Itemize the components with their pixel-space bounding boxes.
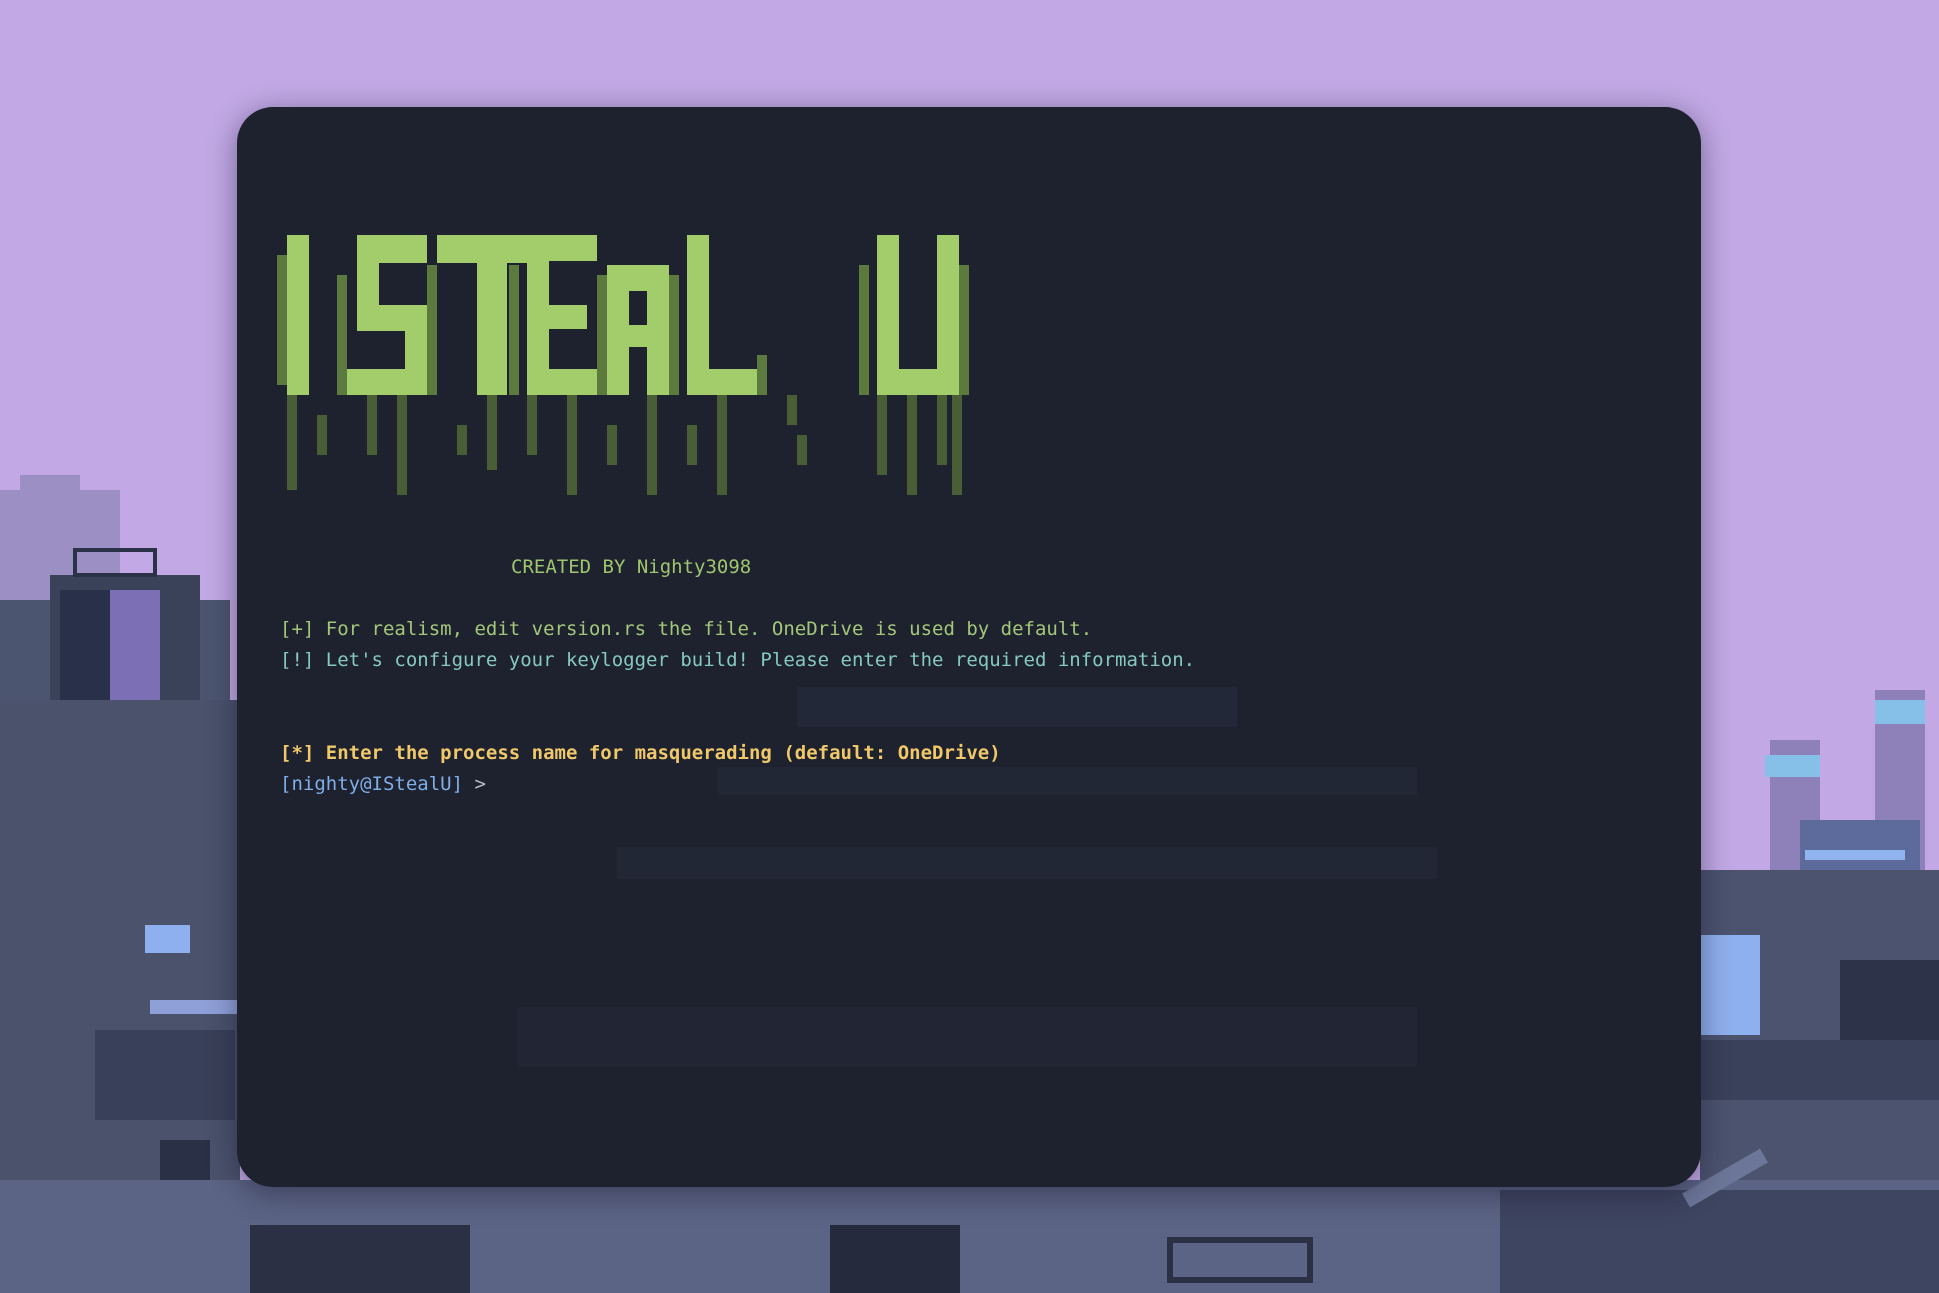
warning-message: [!] Let's configure your keylogger build… xyxy=(280,649,1196,671)
desktop-background: CREATED BY Nighty3098 [+] For realism, e… xyxy=(0,0,1939,1293)
banner-credit: CREATED BY Nighty3098 xyxy=(511,556,752,578)
config-prompt-question: [*] Enter the process name for masquerad… xyxy=(280,742,1001,764)
terminal-window[interactable]: CREATED BY Nighty3098 [+] For realism, e… xyxy=(237,107,1701,1187)
prompt-arrow: > xyxy=(463,773,486,795)
ascii-banner-art xyxy=(277,235,969,495)
shell-prompt-user-host: [nighty@IStealU] xyxy=(280,773,464,795)
info-message: [+] For realism, edit version.rs the fil… xyxy=(280,618,1093,640)
command-input-line[interactable]: [nighty@IStealU] > xyxy=(280,773,486,795)
